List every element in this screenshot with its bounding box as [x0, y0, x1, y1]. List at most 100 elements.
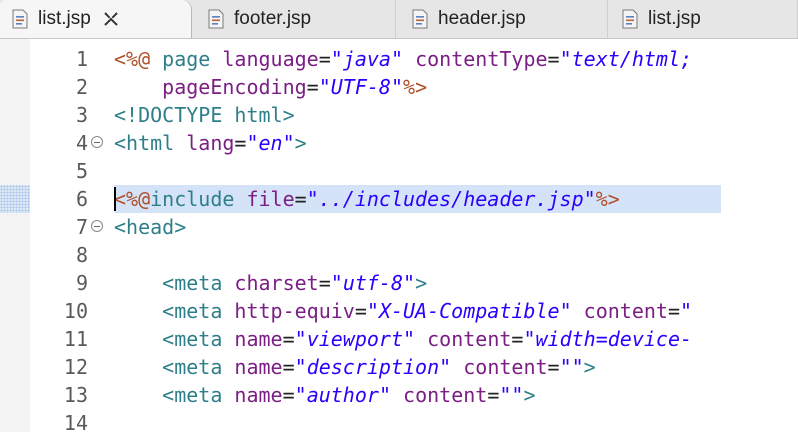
line-number: 7: [75, 215, 88, 239]
code-line[interactable]: 6 <%@include file="../includes/header.jsp…: [0, 185, 798, 213]
code-token: =: [306, 75, 319, 99]
code-token: =: [487, 383, 500, 407]
line-number: 14: [63, 411, 88, 432]
line-number: 2: [75, 75, 88, 99]
code-token: X-UA-Compatible: [378, 299, 560, 323]
line-number: 13: [63, 383, 88, 407]
code-token: =: [282, 383, 295, 407]
code-token: ": [378, 383, 391, 407]
code-token: include: [150, 187, 247, 211]
code-token: page: [162, 47, 223, 71]
line-number: 8: [75, 243, 88, 267]
code-lines: 1 <%@ page language="java" contentType="t…: [0, 45, 798, 432]
code-text: <meta name="viewport" content="width=dev…: [114, 325, 692, 353]
code-token: ": [523, 327, 536, 351]
code-line[interactable]: 8: [0, 241, 798, 269]
code-token: =: [354, 299, 367, 323]
code-token: <meta: [162, 355, 235, 379]
code-token: en: [258, 131, 283, 155]
code-token: ": [403, 327, 416, 351]
code-line[interactable]: 3 <!DOCTYPE html>: [0, 101, 798, 129]
code-text: <meta http-equiv="X-UA-Compatible" conte…: [114, 297, 692, 325]
line-number: 3: [75, 103, 88, 127]
tab-list-jsp-2[interactable]: list.jsp: [610, 0, 798, 38]
code-line[interactable]: 10 <meta http-equiv="X-UA-Compatible" co…: [0, 297, 798, 325]
close-icon[interactable]: [103, 11, 119, 27]
line-number: 9: [75, 271, 88, 295]
code-line[interactable]: 14: [0, 409, 798, 432]
code-token: author: [306, 383, 379, 407]
code-token: ": [390, 75, 404, 99]
code-token: ": [294, 383, 307, 407]
code-token: <%@: [114, 187, 151, 211]
tab-label: list.jsp: [648, 8, 701, 29]
code-token: name: [234, 355, 283, 379]
code-line[interactable]: 9 <meta charset="utf-8">: [0, 269, 798, 297]
jsp-file-icon: [12, 9, 28, 29]
code-token: ": [330, 47, 343, 71]
code-token: =: [667, 299, 680, 323]
code-line[interactable]: 12 <meta name="description" content="">: [0, 353, 798, 381]
code-token: %>: [595, 187, 620, 211]
code-text: <meta name="description" content="">: [114, 353, 596, 381]
code-token: ": [366, 299, 379, 323]
fold-collapse-icon[interactable]: [91, 136, 103, 148]
code-token: >: [523, 383, 536, 407]
code-token: <head>: [114, 215, 187, 239]
code-token: contentType: [415, 47, 548, 71]
code-line[interactable]: 11 <meta name="viewport" content="width=…: [0, 325, 798, 353]
code-token: content: [427, 327, 512, 351]
code-token: <meta: [162, 299, 235, 323]
line-number: 6: [75, 187, 88, 211]
line-number: 4: [75, 131, 88, 155]
code-token: lang: [186, 131, 235, 155]
code-editor[interactable]: 1 <%@ page language="java" contentType="t…: [0, 39, 798, 432]
code-line[interactable]: 1 <%@ page language="java" contentType="t…: [0, 45, 798, 73]
code-text: <html lang="en">: [114, 129, 307, 157]
code-line[interactable]: 5: [0, 157, 798, 185]
code-token: text/html;: [571, 47, 693, 71]
code-token: "": [559, 355, 584, 379]
code-token: ": [294, 355, 307, 379]
code-token: language: [222, 47, 319, 71]
code-token: ": [680, 299, 693, 323]
jsp-file-icon: [208, 9, 224, 29]
line-number: 10: [63, 299, 88, 323]
code-text: <head>: [114, 213, 186, 241]
code-token: =: [282, 355, 295, 379]
tab-list-jsp[interactable]: list.jsp: [0, 0, 192, 38]
code-token: description: [306, 355, 440, 379]
code-token: name: [234, 327, 283, 351]
code-token: =: [234, 131, 247, 155]
tab-header-jsp[interactable]: header.jsp: [400, 0, 608, 38]
tab-footer-jsp[interactable]: footer.jsp: [196, 0, 396, 38]
code-token: =: [547, 47, 560, 71]
code-line[interactable]: 2 pageEncoding="UTF-8"%>: [0, 73, 798, 101]
code-line[interactable]: 7 <head>: [0, 213, 798, 241]
code-text: <%@ page language="java" contentType="te…: [114, 45, 692, 73]
code-token: <html: [114, 131, 187, 155]
code-token: ": [282, 131, 295, 155]
code-token: <meta: [162, 327, 235, 351]
code-token: charset: [234, 271, 319, 295]
code-token: <%@: [114, 47, 163, 71]
code-token: %>: [403, 75, 428, 99]
editor-tab-bar: list.jsp footer.jsp header.jsp list.jsp: [0, 0, 798, 39]
code-token: ": [559, 299, 572, 323]
code-line[interactable]: 13 <meta name="author" content="">: [0, 381, 798, 409]
code-token: java: [342, 47, 391, 71]
code-line[interactable]: 4 <html lang="en">: [0, 129, 798, 157]
code-text: <%@include file="../includes/header.jsp"…: [114, 185, 620, 213]
line-number: 1: [75, 47, 88, 71]
code-token: >: [415, 271, 428, 295]
fold-collapse-icon[interactable]: [91, 220, 103, 232]
code-token: UTF-8: [330, 75, 391, 99]
code-token: file: [246, 187, 295, 211]
code-token: content: [463, 355, 548, 379]
